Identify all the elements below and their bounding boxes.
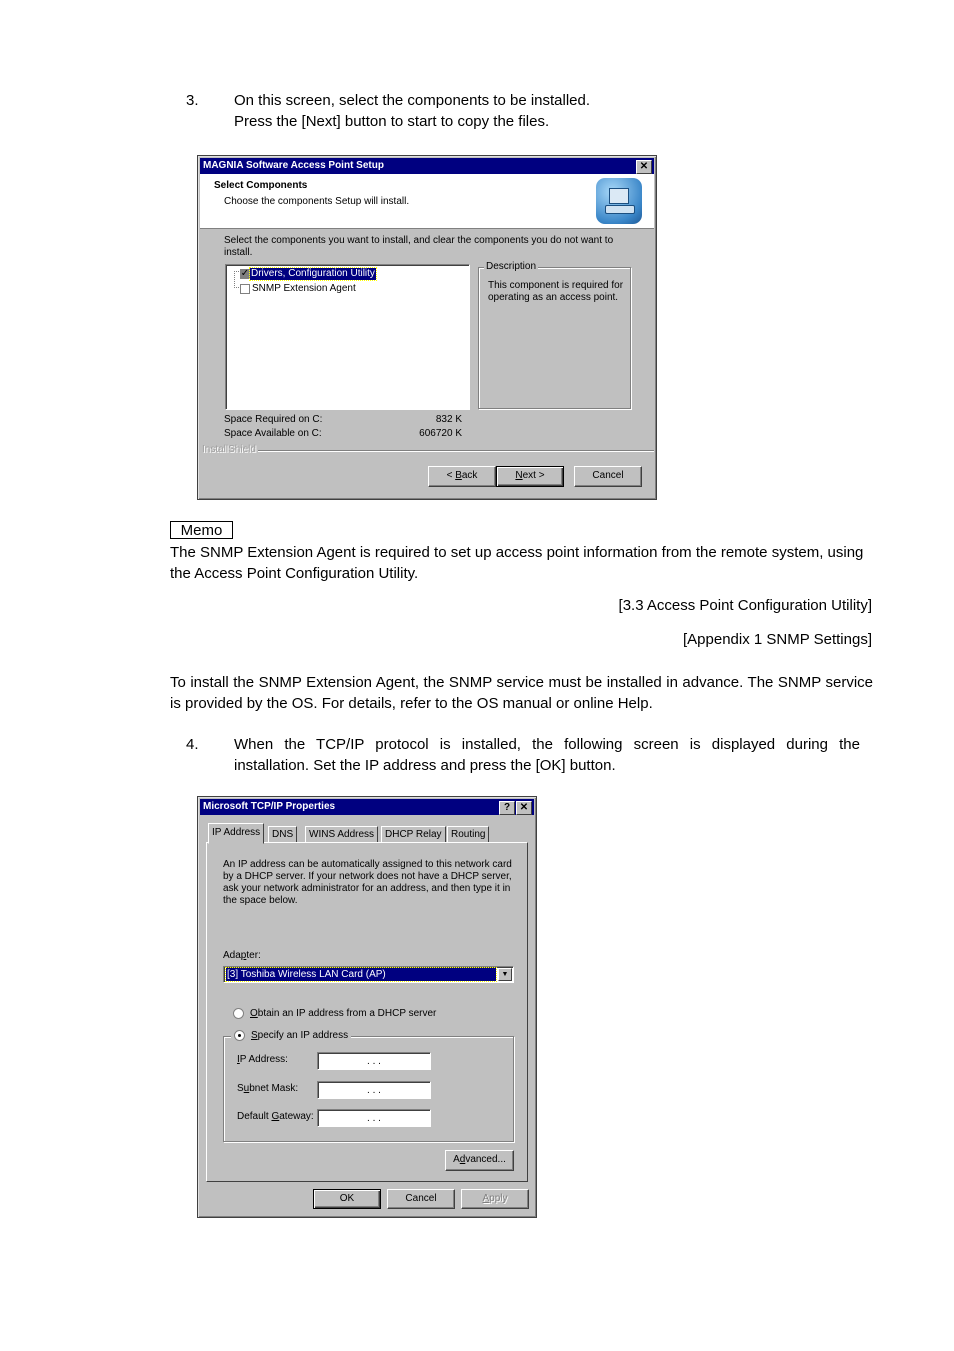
- separator: [258, 450, 654, 452]
- apply-button[interactable]: Apply: [461, 1189, 529, 1209]
- installshield-brand: InstallShield: [202, 444, 256, 455]
- adapter-selected-value: [3] Toshiba Wireless LAN Card (AP): [225, 967, 497, 982]
- component-label: Drivers, Configuration Utility: [249, 266, 377, 281]
- setup-dialog: MAGNIA Software Access Point Setup ✕ Sel…: [197, 155, 657, 500]
- ip-address-label: IP Address:: [237, 1054, 288, 1065]
- back-button[interactable]: < Back: [428, 466, 496, 487]
- header-subtitle: Choose the components Setup will install…: [224, 196, 410, 207]
- tab-dhcp-relay[interactable]: DHCP Relay: [381, 826, 446, 843]
- radio-selected-icon[interactable]: [234, 1030, 245, 1041]
- subnet-mask-label: Subnet Mask:: [237, 1083, 299, 1094]
- step-4-number: 4.: [186, 736, 199, 753]
- step-4-line-1: When the TCP/IP protocol is installed, t…: [234, 736, 860, 753]
- cancel-button[interactable]: Cancel: [387, 1189, 455, 1209]
- cancel-button[interactable]: Cancel: [574, 466, 642, 487]
- tab-routing[interactable]: Routing: [447, 826, 490, 843]
- step-3-number: 3.: [186, 92, 199, 109]
- component-item-drivers[interactable]: ✓ Drivers, Configuration Utility: [240, 266, 377, 281]
- memo-reference-1: [3.3 Access Point Configuration Utility]: [618, 597, 872, 614]
- setup-header: Select Components Choose the components …: [200, 174, 654, 229]
- memo-text: The SNMP Extension Agent is required to …: [170, 544, 864, 582]
- dropdown-arrow-icon[interactable]: ▼: [498, 968, 512, 981]
- next-button[interactable]: Next >: [496, 466, 564, 487]
- default-gateway-field[interactable]: . . .: [317, 1109, 431, 1127]
- step-3-line-2: Press the [Next] button to start to copy…: [234, 113, 550, 130]
- snmp-note: To install the SNMP Extension Agent, the…: [170, 674, 873, 712]
- description-text: This component is required for operating…: [488, 280, 624, 303]
- tab-ip-address[interactable]: IP Address: [208, 823, 265, 844]
- step-4-line-2: installation. Set the IP address and pre…: [234, 757, 616, 774]
- tcpip-dialog: Microsoft TCP/IP Properties ? ✕ IP Addre…: [197, 796, 537, 1218]
- setup-dialog-titlebar: MAGNIA Software Access Point Setup ✕: [200, 158, 654, 174]
- checkbox-checked-icon[interactable]: ✓: [240, 268, 250, 279]
- space-available-label: Space Available on C:: [224, 428, 322, 439]
- tab-dns[interactable]: DNS: [268, 826, 298, 843]
- radio-specify-ip[interactable]: Specify an IP address: [231, 1030, 352, 1041]
- components-tree[interactable]: ✓ Drivers, Configuration Utility SNMP Ex…: [225, 264, 470, 410]
- close-button[interactable]: ✕: [516, 801, 532, 815]
- adapter-select[interactable]: [3] Toshiba Wireless LAN Card (AP) ▼: [223, 966, 514, 983]
- subnet-mask-field[interactable]: . . .: [317, 1081, 431, 1099]
- setup-computer-icon: [596, 178, 642, 224]
- close-icon: ✕: [519, 802, 529, 813]
- header-title: Select Components: [214, 180, 308, 191]
- memo-reference-2: [Appendix 1 SNMP Settings]: [683, 631, 872, 648]
- instructions-text: Select the components you want to instal…: [224, 235, 614, 258]
- component-item-snmp[interactable]: SNMP Extension Agent: [240, 282, 356, 295]
- close-icon: ✕: [639, 161, 649, 172]
- tcpip-dialog-titlebar: Microsoft TCP/IP Properties ? ✕: [200, 799, 534, 815]
- tab-wins-address[interactable]: WINS Address: [305, 826, 379, 843]
- radio-unselected-icon[interactable]: [233, 1008, 244, 1019]
- radio-obtain-dhcp[interactable]: Obtain an IP address from a DHCP server: [233, 1008, 436, 1019]
- advanced-button[interactable]: Advanced...: [445, 1150, 514, 1171]
- space-required-value: 832 K: [435, 414, 462, 425]
- checkbox-unchecked-icon[interactable]: [240, 283, 250, 294]
- memo-label: Memo: [170, 521, 233, 539]
- help-button[interactable]: ?: [499, 801, 515, 815]
- default-gateway-label: Default Gateway:: [237, 1111, 314, 1122]
- space-required-label: Space Required on C:: [224, 414, 323, 425]
- description-label: Description: [484, 261, 539, 273]
- component-label: SNMP Extension Agent: [252, 282, 356, 294]
- tab-panel: An IP address can be automatically assig…: [206, 842, 528, 1182]
- close-button[interactable]: ✕: [636, 160, 652, 174]
- tcpip-dialog-title: Microsoft TCP/IP Properties: [203, 801, 336, 812]
- space-available-value: 606720 K: [419, 428, 462, 439]
- ok-button[interactable]: OK: [313, 1189, 381, 1209]
- adapter-label: Adapter:: [223, 950, 261, 961]
- ip-intro-text: An IP address can be automatically assig…: [223, 859, 512, 906]
- help-icon: ?: [503, 802, 511, 813]
- setup-dialog-title: MAGNIA Software Access Point Setup: [203, 160, 384, 171]
- step-3-line-1: On this screen, select the components to…: [234, 92, 591, 109]
- ip-address-field[interactable]: . . .: [317, 1052, 431, 1070]
